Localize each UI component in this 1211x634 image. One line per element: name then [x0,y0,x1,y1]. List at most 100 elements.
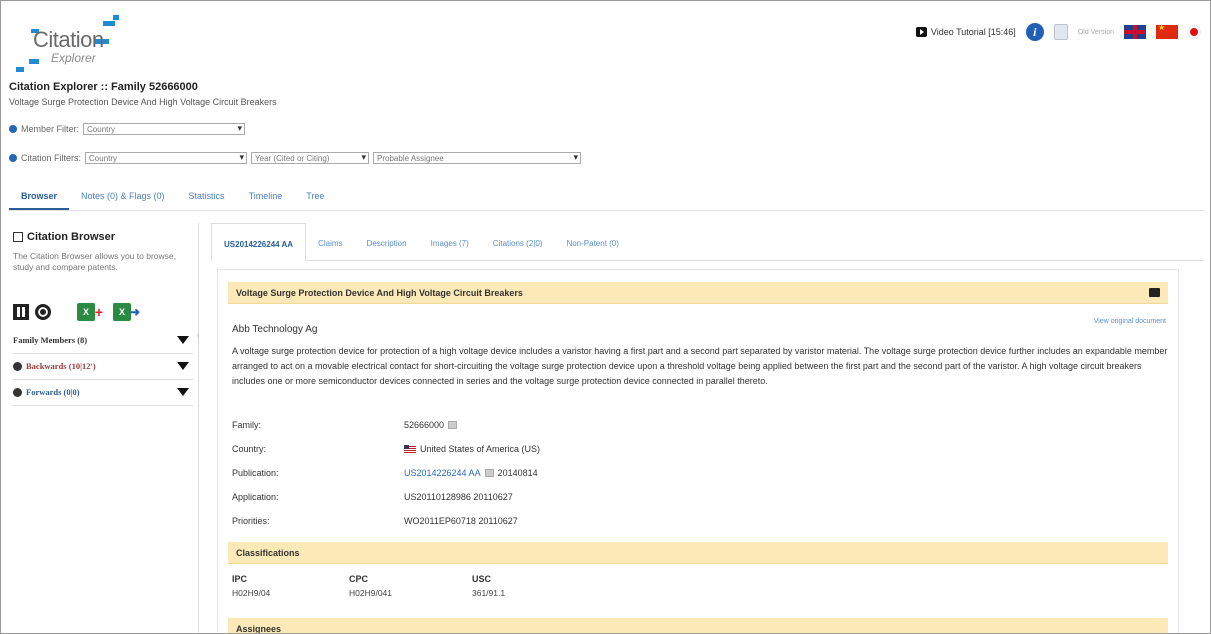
usc-value: 361/91.1 [472,588,506,598]
publication-link[interactable]: US2014226244 AA [404,468,481,478]
family-members-label: Family Members (8) [13,335,88,345]
ipc-label: IPC [232,574,248,584]
cpc-label: CPC [349,574,369,584]
document-title: Voltage Surge Protection Device And High… [236,288,523,298]
citation-year-select[interactable]: Year (Cited or Citing) [251,152,370,164]
tab-notes-flags[interactable]: Notes (0) & Flags (0) [69,183,177,210]
document-title-band: Voltage Surge Protection Device And High… [228,282,1168,304]
copy-icon[interactable] [448,421,458,429]
china-flag-icon[interactable] [1156,23,1178,39]
sidebar-toolbar: X X [13,303,140,321]
sidebar-item-family-members[interactable]: Family Members (8) [13,335,189,345]
document-panel: Voltage Surge Protection Device And High… [217,269,1179,634]
video-tutorial-link[interactable]: Video Tutorial [15:46] [915,27,1016,37]
tab-non-patent[interactable]: Non-Patent (0) [554,223,630,260]
excel-export-icon[interactable]: X [113,303,140,321]
logo-text: Citation [33,27,104,52]
tab-tree[interactable]: Tree [294,183,336,210]
info-icon[interactable] [9,154,17,162]
document-tab-bar: US2014226244 AA Claims Description Image… [211,223,1204,261]
priorities-label: Priorities: [232,516,270,526]
tab-claims[interactable]: Claims [306,223,354,260]
japan-flag-icon[interactable] [1188,26,1200,38]
tab-browser[interactable]: Browser [9,183,70,210]
folder-icon[interactable] [1149,288,1160,297]
page-subtitle: Voltage Surge Protection Device And High… [9,97,277,107]
country-value: United States of America (US) [404,444,540,454]
play-icon [915,27,927,37]
divider [13,405,193,406]
app-frame: Citation Explorer Citation Explorer :: F… [0,0,1211,634]
logo-bar [103,21,115,26]
sidebar-collapse-handle[interactable]: ‹ [197,331,203,341]
old-version-link[interactable]: Old Version [1078,29,1114,36]
tab-citations[interactable]: Citations (2|0) [481,223,555,260]
forwards-label: Forwards (0|0) [26,387,80,397]
family-label: Family: [232,420,261,430]
info-icon[interactable]: i [1025,23,1044,41]
globe-icon [13,387,22,397]
document-icon[interactable] [484,469,494,477]
sidebar-title-label: Citation Browser [27,231,116,243]
excel-add-icon[interactable]: X [77,303,103,321]
pause-icon[interactable] [13,304,29,320]
caret-down-icon[interactable] [177,336,189,344]
publication-value: US2014226244 AA 20140814 [404,468,538,478]
tab-images[interactable]: Images (7) [419,223,481,260]
abstract-text: A voltage surge protection device for pr… [232,346,1168,386]
backwards-label: Backwards (10|12′) [26,361,96,371]
dial-icon[interactable] [35,304,51,320]
classifications-band: Classifications [228,542,1168,564]
citation-filter-row: Citation Filters: Country Year (Cited or… [9,152,582,164]
video-tutorial-label: Video Tutorial [15:46] [930,27,1016,37]
assignees-heading: Assignees [236,624,282,634]
logo-bar [16,67,24,72]
checkbox-icon[interactable] [13,232,23,242]
view-original-link[interactable]: View original document [1094,318,1166,325]
page-title: Citation Explorer :: Family 52666000 [9,81,198,93]
usc-label: USC [472,574,492,584]
main-tab-bar: Browser Notes (0) & Flags (0) Statistics… [9,183,1204,211]
sidebar-item-backwards[interactable]: Backwards (10|12′) [13,361,189,371]
document-icon[interactable] [1053,24,1068,40]
assignee-name: Abb Technology Ag [232,324,318,335]
sidebar-title: Citation Browser [13,231,115,243]
application-label: Application: [232,492,279,502]
logo-bar [29,59,39,64]
citation-filter-label: Citation Filters: [21,153,82,163]
country-name: United States of America (US) [420,444,541,454]
application-value: US20110128986 20110627 [404,492,513,502]
us-flag-icon [404,445,416,453]
member-filter-row: Member Filter: Country [9,123,246,135]
divider [13,379,193,380]
tab-statistics[interactable]: Statistics [177,183,237,210]
divider [13,353,193,354]
publication-label: Publication: [232,468,279,478]
sidebar-item-forwards[interactable]: Forwards (0|0) [13,387,189,397]
classifications-heading: Classifications [236,548,300,558]
sidebar-description: The Citation Browser allows you to brows… [13,251,176,272]
caret-down-icon[interactable] [177,362,189,370]
info-icon[interactable] [9,125,17,133]
logo-bar [113,15,119,20]
tab-publication[interactable]: US2014226244 AA [211,223,307,261]
citation-browser-sidebar: Citation Browser The Citation Browser al… [9,223,199,633]
logo-subtext: Explorer [51,51,96,65]
document-view: US2014226244 AA Claims Description Image… [211,223,1204,634]
citation-explorer-logo[interactable]: Citation Explorer [11,15,141,73]
caret-down-icon[interactable] [177,388,189,396]
header-toolbar: Video Tutorial [15:46] i Old Version [915,23,1200,41]
citation-country-select[interactable]: Country [85,152,248,164]
publication-date: 20140814 [497,468,538,478]
priorities-value: WO2011EP60718 20110627 [404,516,518,526]
ipc-value: H02H9/04 [232,588,271,598]
tab-description[interactable]: Description [355,223,419,260]
family-value: 52666000 [404,420,458,430]
uk-flag-icon[interactable] [1124,25,1146,39]
member-country-select[interactable]: Country [83,123,246,135]
member-filter-label: Member Filter: [21,124,80,134]
globe-icon [13,361,22,371]
citation-assignee-select[interactable]: Probable Assignee [373,152,582,164]
tab-timeline[interactable]: Timeline [237,183,295,210]
cpc-value: H02H9/041 [349,588,393,598]
